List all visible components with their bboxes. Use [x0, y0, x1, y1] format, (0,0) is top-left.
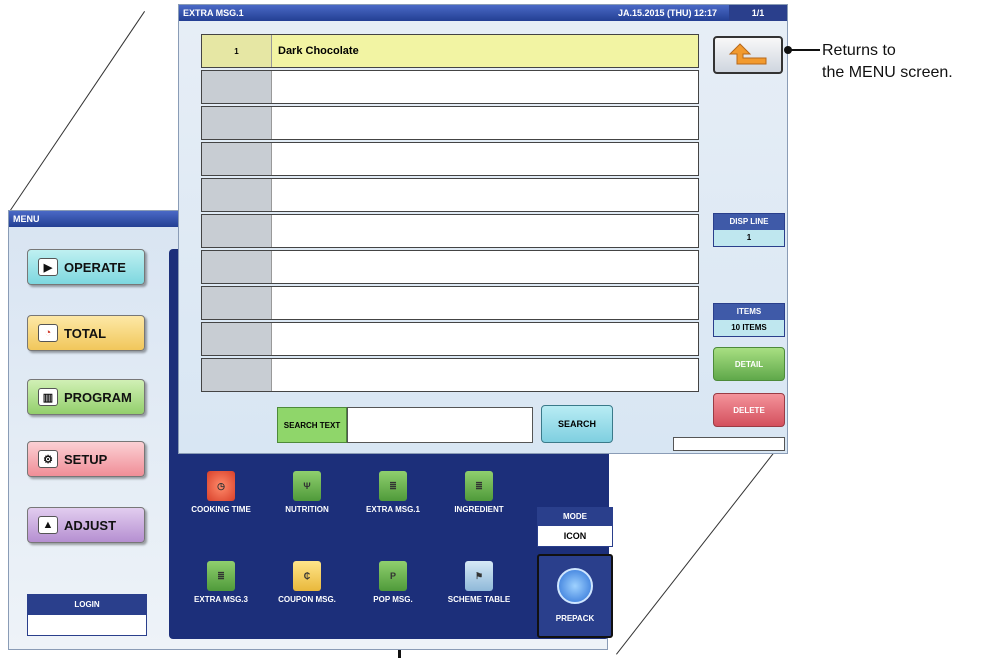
table-row[interactable]	[201, 358, 699, 392]
prepack-button[interactable]: PREPACK	[537, 554, 613, 638]
callout-dot	[784, 46, 792, 54]
datetime-display: JA.15.2015 (THU) 12:17	[617, 8, 717, 18]
icon-nutrition[interactable]: Ψ NUTRITION	[265, 471, 349, 514]
program-label: PROGRAM	[64, 389, 132, 405]
setup-label: SETUP	[64, 451, 108, 467]
play-icon: ▶	[38, 258, 58, 276]
pop-icon: P	[379, 561, 407, 591]
icon-ingredient[interactable]: ≣ INGREDIENT	[437, 471, 521, 514]
icon-extra-msg-3[interactable]: ≣ EXTRA MSG.3	[179, 561, 263, 604]
annotation-line-2: the MENU screen.	[822, 64, 953, 81]
connector-line-top	[10, 11, 146, 211]
status-field	[673, 437, 785, 451]
detail-button[interactable]: DETAIL	[713, 347, 785, 381]
annotation-line-1: Returns to	[822, 42, 896, 59]
table-row[interactable]	[201, 142, 699, 176]
setup-button[interactable]: ⚙ SETUP	[27, 441, 145, 477]
search-button[interactable]: SEARCH	[541, 405, 613, 443]
back-button[interactable]	[713, 36, 783, 74]
return-arrow-icon	[728, 43, 767, 65]
prepack-label: PREPACK	[555, 614, 595, 623]
delete-button[interactable]: DELETE	[713, 393, 785, 427]
disp-line-label: DISP LINE	[714, 214, 784, 230]
connector-line-bottom	[616, 445, 780, 655]
disp-line-value: 1	[714, 230, 784, 246]
adjust-label: ADJUST	[64, 517, 117, 533]
coupon-icon: ₵	[293, 561, 321, 591]
book-icon: ▥	[38, 388, 58, 406]
operate-button[interactable]: ▶ OPERATE	[27, 249, 145, 285]
ingredient-icon: ≣	[465, 471, 493, 501]
search-input[interactable]	[347, 407, 533, 443]
scale-icon: ▲	[38, 516, 58, 534]
table-row[interactable]	[201, 286, 699, 320]
play-circle-icon	[557, 568, 593, 604]
items-label: ITEMS	[714, 304, 784, 320]
fork-knife-icon: Ψ	[293, 471, 321, 501]
search-text-label: SEARCH TEXT	[277, 407, 347, 443]
message-icon: ≣	[379, 471, 407, 501]
table-row[interactable]	[201, 322, 699, 356]
page-indicator: 1/1	[729, 5, 787, 21]
timer-icon: ◷	[207, 471, 235, 501]
table-row[interactable]	[201, 178, 699, 212]
icon-scheme-table[interactable]: ⚑ SCHEME TABLE	[437, 561, 521, 604]
mode-value: ICON	[563, 531, 587, 541]
operate-label: OPERATE	[64, 259, 126, 275]
annotation-text: Returns to the MENU screen.	[822, 40, 953, 84]
items-box: ITEMS 10 ITEMS	[713, 303, 785, 337]
total-button[interactable]: ◔ TOTAL	[27, 315, 145, 351]
table-row[interactable]	[201, 70, 699, 104]
extra-msg-window: EXTRA MSG.1 JA.15.2015 (THU) 12:17 1/1 1…	[178, 4, 788, 454]
row-text: Dark Chocolate	[272, 35, 698, 67]
extra-titlebar: EXTRA MSG.1 JA.15.2015 (THU) 12:17 1/1	[179, 5, 787, 21]
table-row[interactable]: 1 Dark Chocolate	[201, 34, 699, 68]
row-number: 1	[202, 35, 272, 67]
disp-line-box[interactable]: DISP LINE 1	[713, 213, 785, 247]
icon-pop-msg[interactable]: P POP MSG.	[351, 561, 435, 604]
adjust-button[interactable]: ▲ ADJUST	[27, 507, 145, 543]
total-label: TOTAL	[64, 325, 107, 341]
table-row[interactable]	[201, 106, 699, 140]
table-row[interactable]	[201, 214, 699, 248]
login-box[interactable]: LOGIN	[27, 594, 147, 636]
icon-extra-msg-1[interactable]: ≣ EXTRA MSG.1	[351, 471, 435, 514]
mode-label: MODE	[538, 508, 612, 526]
login-label: LOGIN	[28, 595, 146, 615]
icon-cooking-time[interactable]: ◷ COOKING TIME	[179, 471, 263, 514]
program-button[interactable]: ▥ PROGRAM	[27, 379, 145, 415]
items-value: 10 ITEMS	[714, 320, 784, 336]
clock-icon: ◔	[38, 324, 58, 342]
callout-line	[788, 49, 820, 51]
scheme-icon: ⚑	[465, 561, 493, 591]
setup-icon: ⚙	[38, 450, 58, 468]
message-icon: ≣	[207, 561, 235, 591]
mode-box[interactable]: MODE ICON	[537, 507, 613, 547]
extra-title: EXTRA MSG.1	[183, 8, 244, 18]
icon-coupon-msg[interactable]: ₵ COUPON MSG.	[265, 561, 349, 604]
table-row[interactable]	[201, 250, 699, 284]
